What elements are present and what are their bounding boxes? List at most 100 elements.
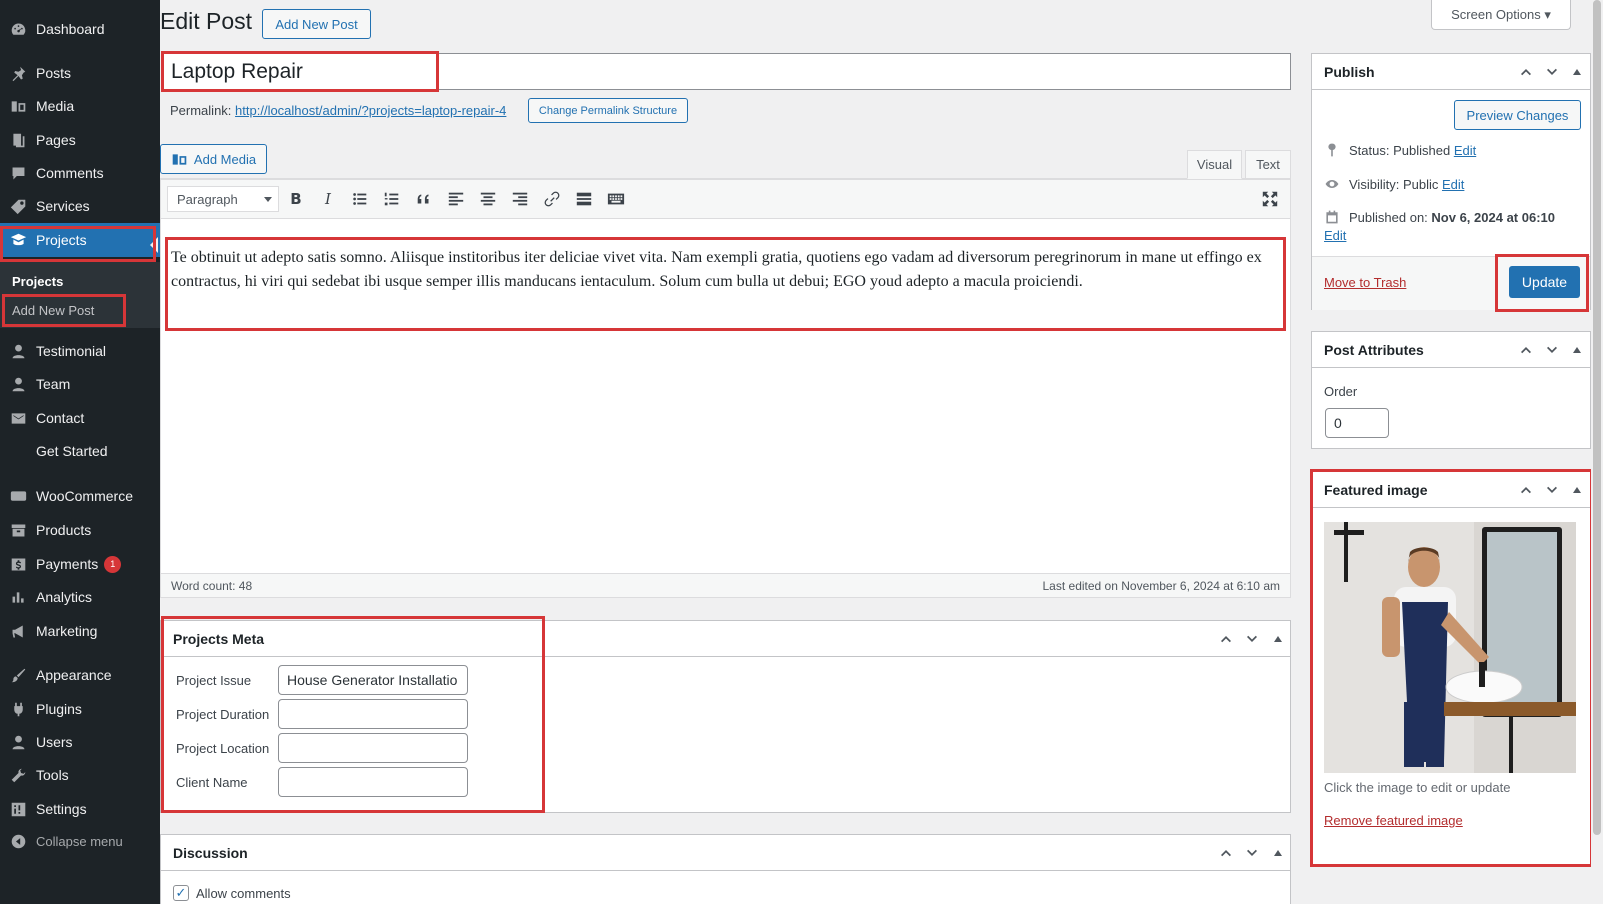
toggle-panel-icon[interactable] (1270, 631, 1286, 647)
wrench-icon (8, 765, 28, 785)
project-location-label: Project Location (176, 741, 270, 756)
sidebar-item-media[interactable]: Media (0, 89, 160, 123)
project-duration-input[interactable] (278, 699, 468, 729)
pages-icon (8, 130, 28, 150)
chevron-down-icon[interactable] (1244, 631, 1260, 647)
collapse-menu-button[interactable]: Collapse menu (0, 824, 160, 858)
publish-header: Publish (1312, 54, 1590, 90)
admin-sidebar: Dashboard Posts Media Pages Comments Ser… (0, 0, 160, 904)
sidebar-item-contact[interactable]: Contact (0, 401, 160, 435)
sidebar-item-appearance[interactable]: Appearance (0, 658, 160, 692)
bullet-list-button[interactable] (348, 187, 372, 211)
sidebar-item-marketing[interactable]: Marketing (0, 614, 160, 648)
preview-changes-button[interactable]: Preview Changes (1454, 100, 1581, 130)
permalink: Permalink: http://localhost/admin/?proje… (170, 103, 507, 118)
edit-date-link[interactable]: Edit (1324, 228, 1346, 243)
sidebar-item-testimonial[interactable]: Testimonial (0, 334, 160, 368)
published-on-row: Published on: Nov 6, 2024 at 06:10 (1324, 209, 1555, 225)
chevron-down-icon[interactable] (1244, 845, 1260, 861)
editor-area[interactable] (160, 178, 1291, 597)
sidebar-item-products[interactable]: Products (0, 513, 160, 547)
submenu-projects[interactable]: Projects (12, 274, 63, 289)
project-location-input[interactable] (278, 733, 468, 763)
format-select[interactable]: Paragraph (167, 186, 279, 212)
sidebar-item-dashboard[interactable]: Dashboard (0, 12, 160, 46)
featured-image-thumbnail[interactable] (1324, 522, 1576, 773)
toggle-panel-icon[interactable] (1270, 845, 1286, 861)
sidebar-item-settings[interactable]: Settings (0, 792, 160, 826)
chevron-up-icon[interactable] (1218, 631, 1234, 647)
italic-button[interactable]: I (316, 187, 340, 211)
chevron-up-icon[interactable] (1218, 845, 1234, 861)
post-attributes-box: Post Attributes Order 0 (1311, 331, 1591, 449)
toggle-panel-icon[interactable] (1569, 482, 1585, 498)
projects-submenu (0, 262, 160, 328)
post-content[interactable]: Te obtinuit ut adepto satis somno. Aliis… (171, 246, 1271, 294)
sidebar-item-get-started[interactable]: Get Started (0, 434, 160, 468)
sidebar-item-posts[interactable]: Posts (0, 56, 160, 90)
sidebar-item-services[interactable]: Services (0, 189, 160, 223)
page-scrollbar[interactable] (1591, 0, 1603, 904)
toggle-panel-icon[interactable] (1569, 64, 1585, 80)
chevron-down-icon[interactable] (1544, 342, 1560, 358)
update-button[interactable]: Update (1509, 266, 1580, 298)
sidebar-item-woocommerce[interactable]: WooCommerce (0, 479, 160, 513)
last-edited: Last edited on November 6, 2024 at 6:10 … (1042, 579, 1281, 593)
numbered-list-button[interactable] (380, 187, 404, 211)
toggle-panel-icon[interactable] (1569, 342, 1585, 358)
edit-visibility-link[interactable]: Edit (1442, 177, 1464, 192)
user-icon (8, 374, 28, 394)
align-right-button[interactable] (508, 187, 532, 211)
projects-meta-header: Projects Meta (161, 621, 1290, 657)
fullscreen-icon[interactable] (1258, 187, 1282, 211)
add-new-post-button[interactable]: Add New Post (262, 9, 371, 39)
post-attributes-header: Post Attributes (1312, 332, 1590, 368)
link-button[interactable] (540, 187, 564, 211)
sidebar-item-pages[interactable]: Pages (0, 123, 160, 157)
featured-image-hint: Click the image to edit or update (1324, 780, 1511, 795)
move-to-trash-link[interactable]: Move to Trash (1324, 275, 1406, 290)
order-label: Order (1324, 384, 1358, 399)
screen-options-button[interactable]: Screen Options ▾ (1431, 0, 1571, 30)
sidebar-item-comments[interactable]: Comments (0, 156, 160, 190)
chevron-up-icon[interactable] (1518, 64, 1534, 80)
project-issue-input[interactable]: House Generator Installatio (278, 665, 468, 695)
remove-featured-image-link[interactable]: Remove featured image (1324, 813, 1463, 828)
post-title-input[interactable]: Laptop Repair (162, 53, 1291, 90)
read-more-button[interactable] (572, 187, 596, 211)
sidebar-item-payments[interactable]: Payments 1 (0, 547, 160, 581)
toolbar-toggle-button[interactable] (604, 187, 628, 211)
blockquote-button[interactable] (412, 187, 436, 211)
submenu-add-new-post[interactable]: Add New Post (12, 303, 94, 318)
edit-status-link[interactable]: Edit (1454, 143, 1476, 158)
sidebar-item-analytics[interactable]: Analytics (0, 580, 160, 614)
sidebar-item-team[interactable]: Team (0, 367, 160, 401)
client-name-input[interactable] (278, 767, 468, 797)
sidebar-item-tools[interactable]: Tools (0, 758, 160, 792)
tab-visual[interactable]: Visual (1187, 150, 1242, 179)
sidebar-item-projects[interactable]: Projects (0, 223, 160, 257)
woo-icon (8, 486, 28, 506)
bold-button[interactable]: B (284, 187, 308, 211)
permalink-url-link[interactable]: http://localhost/admin/?projects=laptop-… (235, 103, 506, 118)
align-left-button[interactable] (444, 187, 468, 211)
chevron-up-icon[interactable] (1518, 482, 1534, 498)
chevron-down-icon[interactable] (1544, 64, 1560, 80)
order-input[interactable]: 0 (1325, 408, 1389, 438)
scrollbar-thumb[interactable] (1593, 0, 1601, 835)
allow-comments-checkbox[interactable]: ✓ (173, 885, 189, 901)
add-media-button[interactable]: Add Media (160, 144, 267, 174)
editor-toolbar: Paragraph B I (160, 179, 1291, 219)
pin-icon (8, 63, 28, 83)
chevron-down-icon[interactable] (1544, 482, 1560, 498)
change-permalink-button[interactable]: Change Permalink Structure (528, 98, 688, 123)
sidebar-item-users[interactable]: Users (0, 725, 160, 759)
sidebar-item-plugins[interactable]: Plugins (0, 692, 160, 726)
publish-actions: Move to Trash Update (1312, 256, 1590, 310)
media-icon (8, 96, 28, 116)
discussion-header: Discussion (161, 835, 1290, 871)
align-center-button[interactable] (476, 187, 500, 211)
portfolio-icon (8, 230, 28, 250)
tab-text[interactable]: Text (1245, 150, 1291, 179)
chevron-up-icon[interactable] (1518, 342, 1534, 358)
